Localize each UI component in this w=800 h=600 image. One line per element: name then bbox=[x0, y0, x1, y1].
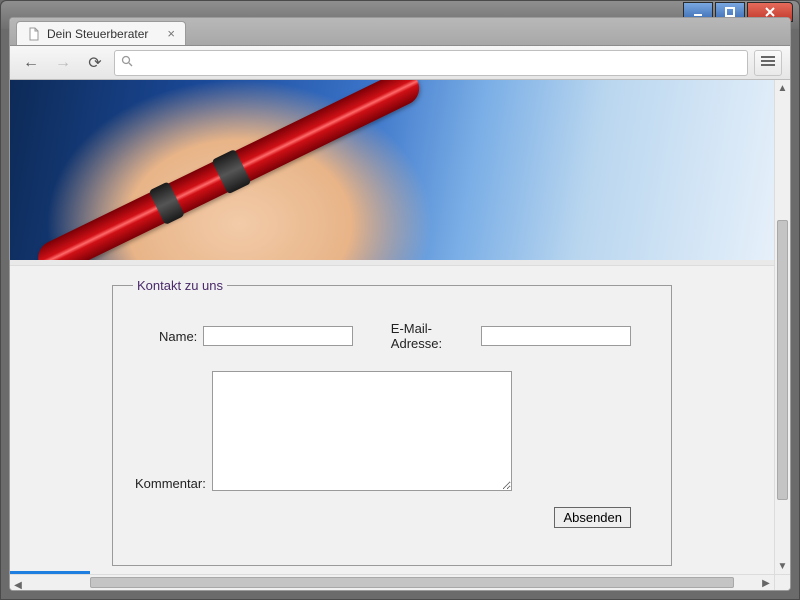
search-icon bbox=[121, 55, 133, 70]
tab-strip: Dein Steuerberater × bbox=[10, 18, 790, 46]
scroll-right-icon[interactable]: ▶ bbox=[758, 575, 774, 590]
forward-button[interactable]: → bbox=[50, 50, 76, 76]
arrow-right-icon: → bbox=[55, 54, 71, 72]
contact-fieldset: Kontakt zu uns Name: E-Mail-Adresse: Kom… bbox=[112, 278, 672, 566]
tab-title: Dein Steuerberater bbox=[47, 27, 148, 41]
vertical-scrollbar[interactable]: ▲ ▼ bbox=[774, 80, 790, 574]
maximize-icon bbox=[725, 7, 735, 17]
submit-button[interactable]: Absenden bbox=[554, 507, 631, 528]
horizontal-scrollbar[interactable]: ◀ ▶ bbox=[10, 574, 774, 590]
file-icon bbox=[27, 27, 41, 41]
name-label: Name: bbox=[159, 329, 197, 344]
scroll-down-icon[interactable]: ▼ bbox=[775, 558, 790, 574]
scroll-up-icon[interactable]: ▲ bbox=[775, 80, 790, 96]
scrollbar-corner bbox=[774, 574, 790, 590]
comment-textarea[interactable] bbox=[212, 371, 512, 491]
arrow-left-icon: ← bbox=[23, 54, 39, 72]
comment-label: Kommentar: bbox=[135, 476, 206, 491]
contact-legend: Kontakt zu uns bbox=[133, 278, 227, 293]
address-bar[interactable] bbox=[114, 50, 748, 76]
pen-graphic bbox=[33, 80, 425, 260]
address-input[interactable] bbox=[139, 55, 741, 70]
name-email-row: Name: E-Mail-Adresse: bbox=[159, 321, 631, 351]
menu-button[interactable] bbox=[754, 50, 782, 76]
email-input[interactable] bbox=[481, 326, 631, 346]
tab-close-icon[interactable]: × bbox=[167, 26, 175, 41]
minimize-icon bbox=[693, 7, 703, 17]
page-content: Kontakt zu uns Name: E-Mail-Adresse: Kom… bbox=[10, 80, 774, 574]
viewport: Kontakt zu uns Name: E-Mail-Adresse: Kom… bbox=[10, 80, 790, 590]
hamburger-icon bbox=[761, 54, 775, 72]
os-window: Dein Steuerberater × ← → ⟳ bbox=[0, 0, 800, 600]
content-area: Kontakt zu uns Name: E-Mail-Adresse: Kom… bbox=[10, 266, 774, 574]
tab-active[interactable]: Dein Steuerberater × bbox=[16, 21, 186, 45]
scroll-left-icon[interactable]: ◀ bbox=[10, 578, 26, 591]
comment-row: Kommentar: bbox=[135, 371, 631, 491]
submit-row: Absenden bbox=[133, 507, 631, 528]
browser-toolbar: ← → ⟳ bbox=[10, 46, 790, 80]
reload-icon: ⟳ bbox=[88, 53, 101, 73]
hero-banner bbox=[10, 80, 774, 260]
reload-button[interactable]: ⟳ bbox=[82, 50, 108, 76]
email-label: E-Mail-Adresse: bbox=[391, 321, 475, 351]
vertical-scroll-thumb[interactable] bbox=[777, 220, 788, 500]
browser-chrome: Dein Steuerberater × ← → ⟳ bbox=[9, 17, 791, 591]
name-input[interactable] bbox=[203, 326, 353, 346]
horizontal-scroll-thumb[interactable] bbox=[90, 577, 734, 588]
back-button[interactable]: ← bbox=[18, 50, 44, 76]
